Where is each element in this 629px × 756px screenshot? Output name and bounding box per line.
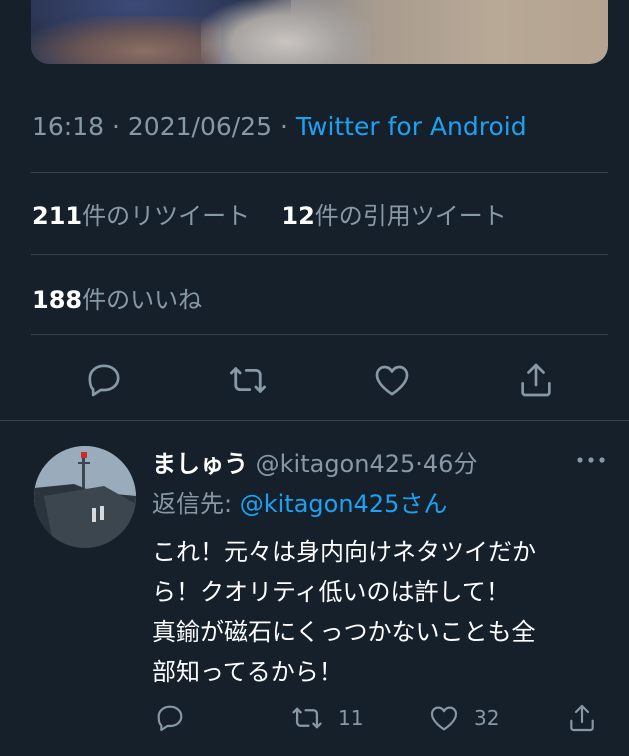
retweet-count: 11: [338, 706, 364, 730]
retweet-button[interactable]: [226, 358, 270, 402]
retweets-stat[interactable]: 211件のリツイート: [32, 202, 250, 230]
tweet-media-image[interactable]: [31, 0, 608, 64]
media-shape: [31, 16, 221, 64]
divider: [31, 254, 608, 255]
quotes-label: 件の引用ツイート: [314, 202, 507, 230]
more-icon: [577, 457, 605, 463]
heart-icon: [375, 365, 409, 396]
section-divider: [0, 420, 629, 421]
heart-icon: [430, 706, 458, 731]
reply-tweet-text: これ！元々は身内向けネタツイだか ら！クオリティ低いのは許して！ 真鍮が磁石にく…: [152, 532, 612, 692]
reply-author-row: ましゅう @kitagon425·46分: [152, 444, 477, 479]
retweets-label: 件のリツイート: [82, 202, 251, 230]
reply-icon: [157, 705, 183, 732]
engagement-stats-row: 211件のリツイート 12件の引用ツイート: [32, 196, 507, 231]
meta-separator: ·: [415, 450, 423, 478]
tweet-text-line: 部知ってるから！: [152, 658, 343, 686]
tweet-meta: 16:18 · 2021/06/25 · Twitter for Android: [32, 112, 527, 141]
retweet-icon: [292, 707, 322, 729]
tweet-text-line: ら！クオリティ低いのは許して！: [152, 578, 510, 606]
like-button[interactable]: [370, 358, 414, 402]
avatar[interactable]: [34, 446, 136, 548]
reply-button[interactable]: [82, 358, 126, 402]
quotes-count: 12: [281, 202, 315, 230]
retweets-count: 211: [32, 202, 83, 230]
reply-to-prefix: 返信先:: [152, 490, 240, 518]
tweet-action-bar: [0, 358, 629, 402]
reply-elapsed-time[interactable]: 46分: [423, 450, 478, 478]
like-count: 32: [474, 706, 500, 730]
likes-stat[interactable]: 188件のいいね: [32, 280, 202, 315]
share-button[interactable]: [514, 358, 558, 402]
retweet-icon: [229, 367, 267, 393]
quotes-stat[interactable]: 12件の引用ツイート: [281, 202, 506, 230]
meta-separator: ·: [112, 112, 128, 141]
reply-to-handle-link[interactable]: @kitagon425さん: [240, 490, 448, 518]
like-button[interactable]: 32: [428, 698, 499, 738]
divider: [31, 172, 608, 173]
tweet-source-link[interactable]: Twitter for Android: [296, 112, 527, 141]
reply-to-line: 返信先: @kitagon425さん: [152, 484, 447, 519]
user-handle[interactable]: @kitagon425: [256, 450, 416, 478]
tweet-text-line: 真鍮が磁石にくっつかないことも全: [152, 618, 536, 646]
likes-count: 188: [32, 286, 83, 314]
reply-icon: [88, 364, 120, 397]
tweet-time: 16:18: [32, 112, 105, 141]
likes-label: 件のいいね: [82, 286, 203, 314]
divider: [31, 334, 608, 335]
media-shape: [201, 0, 371, 64]
display-name[interactable]: ましゅう: [152, 450, 248, 478]
meta-separator: ·: [279, 112, 296, 141]
reply-button[interactable]: [154, 698, 186, 738]
reply-action-bar: 11 32: [0, 698, 629, 738]
share-icon: [570, 704, 594, 732]
more-options-button[interactable]: [574, 448, 608, 472]
share-icon: [521, 363, 551, 397]
retweet-button[interactable]: 11: [290, 698, 363, 738]
tweet-text-line: これ！元々は身内向けネタツイだか: [152, 538, 536, 566]
avatar-ship-image: [34, 446, 136, 548]
tweet-date: 2021/06/25: [127, 112, 272, 141]
share-button[interactable]: [566, 698, 598, 738]
